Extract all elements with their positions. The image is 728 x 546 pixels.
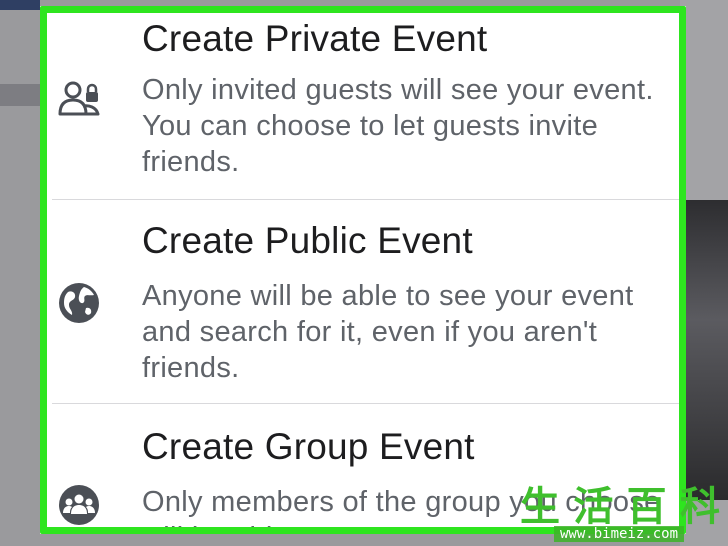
background-bar-fragment [0, 84, 40, 106]
background-photo-fragment [680, 200, 728, 500]
watermark-char: 活 [573, 483, 614, 530]
option-description: Only invited guests will see your event.… [142, 74, 654, 178]
watermark-chars: 生 活 百 科 [520, 486, 720, 528]
create-private-event-option[interactable]: Create Private Event Only invited guests… [40, 6, 686, 200]
create-event-action-sheet: Create Private Event Only invited guests… [40, 6, 686, 534]
create-public-event-option[interactable]: Create Public Event Anyone will be able … [40, 200, 686, 404]
people-lock-icon [58, 81, 100, 116]
watermark-char: 生 [520, 483, 560, 530]
background-header-fragment [0, 0, 40, 10]
globe-icon [59, 283, 99, 323]
option-description: Anyone will be able to see your event an… [142, 280, 634, 384]
watermark-char: 百 [626, 483, 667, 530]
group-icon [59, 485, 99, 525]
watermark-url: www.bimeiz.com [554, 526, 685, 542]
watermark: 生 活 百 科 www.bimeiz.com [520, 486, 720, 542]
watermark-char: 科 [679, 483, 720, 530]
option-title: Create Private Event [142, 18, 488, 59]
option-title: Create Public Event [142, 220, 473, 261]
option-title: Create Group Event [142, 426, 475, 467]
